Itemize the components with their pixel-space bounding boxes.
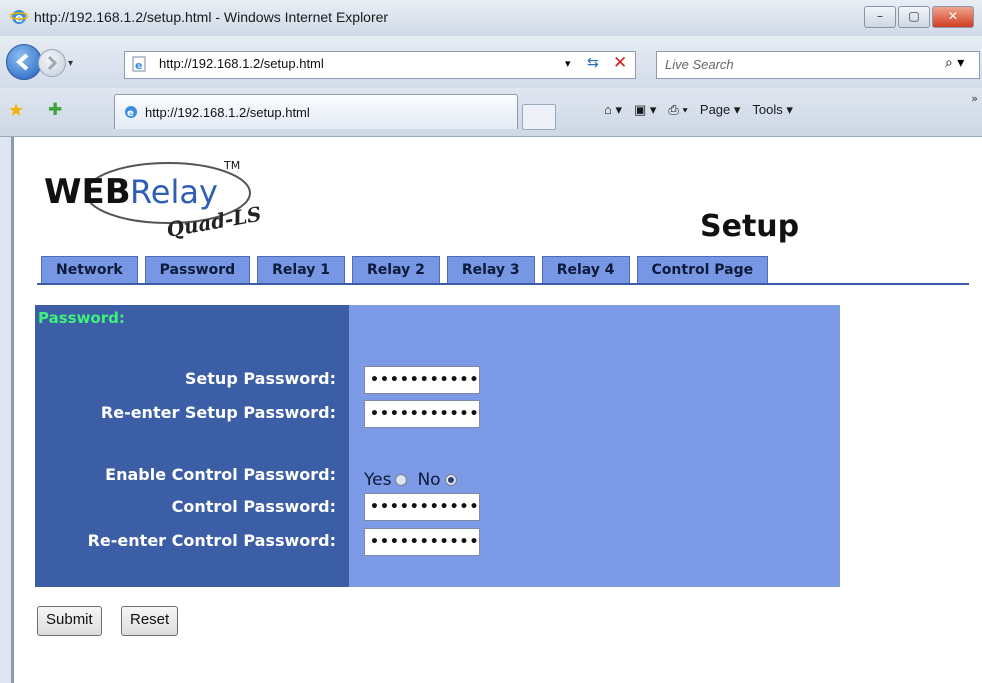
- yes-label: Yes: [364, 470, 392, 490]
- enable-control-radio-group: Yes No: [364, 470, 463, 490]
- address-dropdown-icon[interactable]: ▾: [565, 57, 571, 70]
- page-menu[interactable]: Page ▾: [700, 102, 741, 118]
- reenter-control-password-field[interactable]: •••••••••••: [364, 528, 480, 556]
- svg-text:e: e: [135, 59, 142, 72]
- tab-relay-4[interactable]: Relay 4: [541, 256, 630, 283]
- window-titlebar: e http://192.168.1.2/setup.html - Window…: [0, 0, 982, 37]
- control-password-label: Control Password:: [171, 497, 336, 516]
- page-content: WEB Relay TM Quad-LS Setup Network Passw…: [11, 137, 982, 683]
- tab-relay-2[interactable]: Relay 2: [352, 256, 440, 283]
- reenter-setup-password-label: Re-enter Setup Password:: [100, 403, 336, 422]
- refresh-icon[interactable]: ⇆: [587, 55, 599, 71]
- forward-button[interactable]: [38, 49, 66, 77]
- search-box[interactable]: Live Search ⌕ ▾: [656, 51, 980, 79]
- new-tab-button[interactable]: [522, 104, 556, 130]
- tools-menu[interactable]: Tools ▾: [752, 102, 793, 118]
- svg-text:WEB: WEB: [44, 172, 131, 212]
- history-dropdown-icon[interactable]: ▾: [68, 58, 73, 69]
- search-placeholder[interactable]: Live Search: [665, 57, 734, 72]
- tab-password[interactable]: Password: [144, 256, 251, 283]
- address-toolbar: ▾ e http://192.168.1.2/setup.html ▾ ⇆ ✕ …: [0, 36, 982, 88]
- tab-label[interactable]: http://192.168.1.2/setup.html: [145, 105, 310, 120]
- tab-toolbar: ★ ✚ e http://192.168.1.2/setup.html ⌂ ▾ …: [0, 88, 982, 137]
- page-icon: e: [132, 56, 146, 72]
- feeds-icon[interactable]: ▣ ▾: [634, 102, 656, 118]
- tab-ie-icon: e: [125, 106, 137, 119]
- reenter-setup-password-field[interactable]: •••••••••••: [364, 400, 480, 428]
- stop-icon[interactable]: ✕: [613, 53, 627, 73]
- tab-relay-1[interactable]: Relay 1: [257, 256, 345, 283]
- tab-network[interactable]: Network: [41, 256, 138, 283]
- yes-radio[interactable]: [395, 474, 408, 486]
- command-bar: ⌂ ▾ ▣ ▾ ⎙ ▾ Page ▾ Tools ▾: [604, 102, 793, 118]
- tab-divider: [37, 283, 969, 285]
- forward-arrow-icon: [47, 55, 58, 71]
- tab-relay-3[interactable]: Relay 3: [446, 256, 535, 283]
- ie-icon: e: [10, 10, 28, 25]
- address-bar[interactable]: e http://192.168.1.2/setup.html ▾ ⇆ ✕: [124, 51, 636, 79]
- tab-control-page[interactable]: Control Page: [636, 256, 769, 283]
- add-favorite-icon[interactable]: ✚: [48, 100, 62, 120]
- back-button[interactable]: [6, 44, 42, 80]
- svg-text:e: e: [127, 108, 134, 119]
- setup-password-label: Setup Password:: [184, 369, 336, 388]
- browser-tab[interactable]: e http://192.168.1.2/setup.html: [114, 94, 518, 129]
- webrelay-logo: WEB Relay TM Quad-LS: [44, 159, 263, 242]
- page-title: Setup: [700, 209, 800, 244]
- reset-button[interactable]: Reset: [121, 606, 179, 636]
- minimize-button[interactable]: –: [864, 6, 896, 28]
- address-url[interactable]: http://192.168.1.2/setup.html: [159, 56, 324, 71]
- home-icon[interactable]: ⌂ ▾: [604, 102, 622, 118]
- window-title: http://192.168.1.2/setup.html - Windows …: [34, 9, 389, 25]
- more-chevron-icon[interactable]: »: [971, 92, 978, 105]
- window-controls: – ▢ ✕: [864, 6, 974, 28]
- no-radio[interactable]: [444, 474, 457, 486]
- setup-nav-tabs: Network Password Relay 1 Relay 2 Relay 3…: [41, 256, 769, 283]
- no-label: No: [417, 470, 441, 490]
- print-icon[interactable]: ⎙ ▾: [668, 102, 687, 118]
- setup-password-field[interactable]: •••••••••••: [364, 366, 480, 394]
- svg-text:Relay: Relay: [130, 173, 218, 211]
- svg-text:TM: TM: [223, 159, 240, 172]
- section-title: Password:: [38, 309, 125, 327]
- close-button[interactable]: ✕: [932, 6, 974, 28]
- enable-control-password-label: Enable Control Password:: [105, 465, 336, 484]
- maximize-button[interactable]: ▢: [898, 6, 930, 28]
- search-icon[interactable]: ⌕ ▾: [945, 55, 964, 71]
- submit-button[interactable]: Submit: [37, 606, 102, 636]
- back-arrow-icon: [15, 53, 29, 71]
- reenter-control-password-label: Re-enter Control Password:: [87, 531, 336, 550]
- control-password-field[interactable]: •••••••••••: [364, 493, 480, 521]
- favorites-star-icon[interactable]: ★: [8, 100, 24, 121]
